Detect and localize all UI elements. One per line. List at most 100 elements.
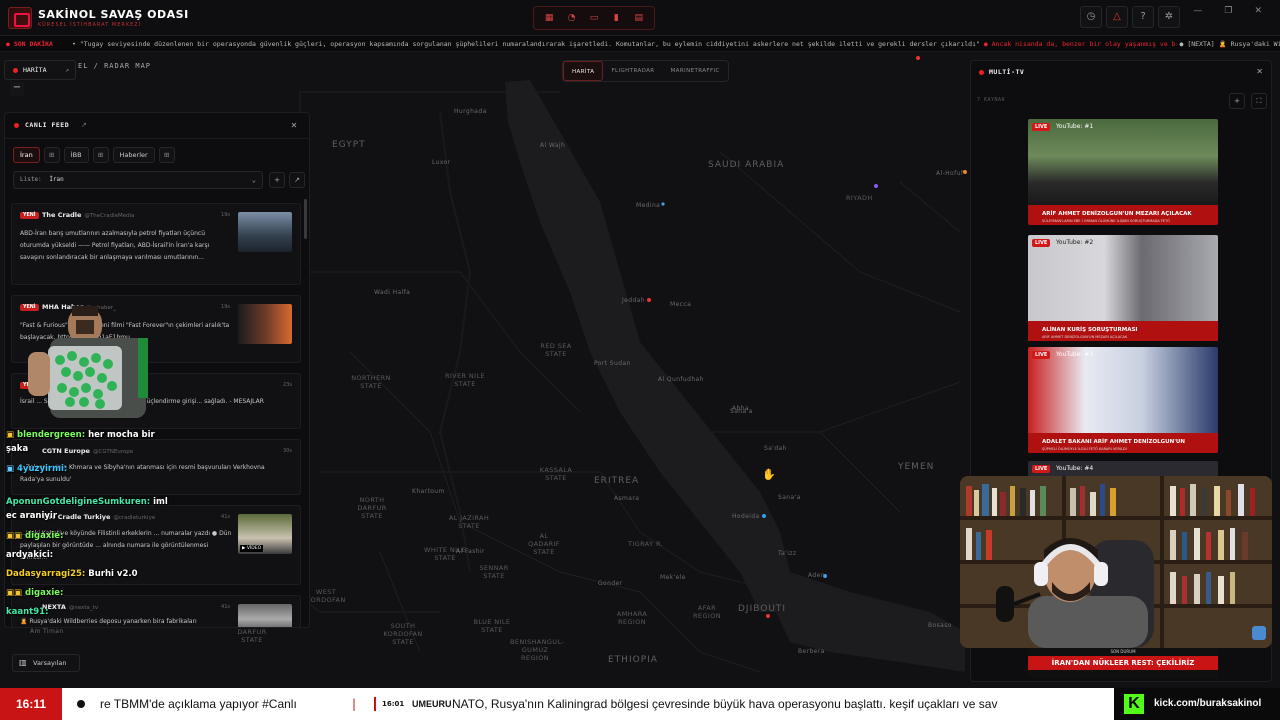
card-thumbnail[interactable] bbox=[238, 212, 292, 252]
ticker-continuation: ● Ancak nisanda da, benzer bir olay yaşa… bbox=[979, 40, 1176, 48]
map-icon[interactable]: ▦ bbox=[541, 11, 557, 25]
chat-message: ▣▣ digaxie: bbox=[6, 531, 64, 541]
kick-promo[interactable]: K kick.com/buraksakinol bbox=[1114, 688, 1280, 720]
close-icon[interactable]: ✕ bbox=[1254, 6, 1262, 16]
grid-icon[interactable]: ⊞ bbox=[92, 147, 109, 163]
card-source: NEXTA @nexta_tv bbox=[42, 603, 99, 611]
window-controls: — ❐ ✕ bbox=[1193, 6, 1262, 16]
clock: 16:11 bbox=[0, 688, 62, 720]
feed-header: CANLI FEED ↗ ✕ bbox=[5, 113, 309, 139]
tile-subline: SÜLEYMAN'LARIN EBE İ ORMAN ÖLÜMÜNE İLİŞK… bbox=[1042, 219, 1171, 223]
kick-logo-icon: K bbox=[1124, 694, 1144, 714]
expand-icon[interactable]: ↗ bbox=[289, 172, 305, 188]
alert-icon[interactable]: △ bbox=[1106, 6, 1128, 28]
card-age: 19s bbox=[221, 212, 230, 218]
map-title: EL / RADAR MAP bbox=[78, 62, 152, 70]
close-icon[interactable]: ✕ bbox=[287, 119, 301, 133]
hand-cursor-icon: ✋ bbox=[762, 468, 776, 481]
top-actions: ◷ △ ? ✲ bbox=[1080, 6, 1180, 30]
help-icon[interactable]: ? bbox=[1132, 6, 1154, 28]
card-thumbnail[interactable] bbox=[238, 304, 292, 344]
grid-icon[interactable]: ⊞ bbox=[158, 147, 175, 163]
close-icon[interactable]: ✕ bbox=[1256, 67, 1263, 76]
chart-icon[interactable]: ▮ bbox=[608, 11, 624, 25]
card-age: 30s bbox=[283, 448, 292, 454]
ticker-text: • "Tugay seviyesinde düzenlenen bir oper… bbox=[72, 36, 1280, 51]
tile-source: YouTube: #4 bbox=[1056, 465, 1094, 472]
card-thumbnail[interactable] bbox=[238, 604, 292, 627]
chat-message: ec araniyir bbox=[6, 511, 58, 521]
card-thumbnail[interactable]: ▶ VİDEO bbox=[238, 514, 292, 554]
card-source: The Cradle @TheCradleMedia bbox=[42, 211, 135, 219]
tv-tile[interactable]: LIVE YouTube: #2 ALİNAN KURİŞ SORUŞTURMA… bbox=[1028, 235, 1218, 341]
map-label-abha: Abha bbox=[732, 405, 749, 412]
tv-tile[interactable]: LIVE YouTube: #1 ARİF AHMET DENİZOLGUN'U… bbox=[1028, 119, 1218, 225]
lower-third: ARİF AHMET DENİZOLGUN'UN MEZARI AÇILACAK… bbox=[1028, 205, 1218, 225]
external-link-icon[interactable]: ↗ bbox=[65, 61, 69, 79]
map-label-alwajh: Al Wajh bbox=[540, 142, 566, 149]
map-label-bosaso: Bosaso bbox=[928, 622, 952, 629]
chat-message: AponunGotdeligineSumkuren: iml bbox=[6, 497, 168, 507]
map-label-djibouti: DJIBOUTI bbox=[738, 604, 787, 614]
card-handle: @CGTNEurope bbox=[92, 449, 134, 455]
tile-headline: ALİNAN KURİŞ SORUŞTURMASI bbox=[1042, 327, 1138, 333]
map-label-rivernile: RIVER NILE STATE bbox=[444, 372, 486, 388]
feed-card[interactable]: YENİ The Cradle @TheCradleMedia 19s ABD-İ… bbox=[11, 203, 301, 285]
default-view-button[interactable]: ▥ Varsayılan bbox=[12, 654, 80, 672]
list-selector-row: Liste: İran ⌄ + ↗ bbox=[13, 171, 305, 191]
grid-icon[interactable]: ▤ bbox=[631, 11, 647, 25]
tv-tile[interactable]: LIVE YouTube: #3 ADALET BAKANI ARİF AHME… bbox=[1028, 347, 1218, 453]
tab-haberler[interactable]: Haberler bbox=[112, 147, 155, 163]
rss-icon[interactable]: ◔ bbox=[564, 11, 580, 25]
feed-title: CANLI FEED bbox=[25, 121, 70, 129]
ticker-headline: • "Tugay seviyesinde düzenlenen bir oper… bbox=[72, 40, 980, 48]
chat-message: ▣ blendergreen: her mocha bir bbox=[6, 430, 155, 440]
default-view-label: Varsayılan bbox=[33, 659, 67, 667]
lower-third: ALİNAN KURİŞ SORUŞTURMASI ARİF AHMET DEN… bbox=[1028, 321, 1218, 341]
tab-flightradar[interactable]: FLIGHTRADAR bbox=[603, 61, 662, 81]
card-handle: @TheCradleMedia bbox=[84, 213, 135, 219]
feed-card[interactable]: NEXTA @nexta_tv 41s 🙎 Rusya'daki Wildberr… bbox=[11, 595, 301, 627]
minimize-icon[interactable]: — bbox=[1193, 6, 1202, 16]
map-label-gadarif: AL QADARIF STATE bbox=[528, 532, 560, 556]
fullscreen-icon[interactable]: ⛶ bbox=[1251, 93, 1267, 109]
live-dot-icon bbox=[979, 70, 984, 75]
tab-marinetraffic[interactable]: MARINETRAFFIC bbox=[663, 61, 728, 81]
map-label-luxor: Luxor bbox=[432, 159, 451, 166]
tab-ibb[interactable]: İBB bbox=[63, 147, 89, 163]
map-label-northern: NORTHERN STATE bbox=[351, 374, 391, 390]
map-label-ethiopia: ETHIOPIA bbox=[608, 655, 658, 665]
map-label-redsea-state: RED SEA STATE bbox=[540, 342, 572, 358]
map-source-tabs: HARİTA FLIGHTRADAR MARINETRAFFIC bbox=[562, 60, 729, 82]
chat-message: Dadasyarragi25: Burhi v2.0 bbox=[6, 569, 138, 579]
tv-icon[interactable]: ▭ bbox=[586, 11, 602, 25]
map-label-tigray: TIGRAY R. bbox=[628, 540, 664, 548]
tab-iran[interactable]: İran bbox=[13, 147, 40, 163]
list-select[interactable]: Liste: İran ⌄ bbox=[13, 171, 263, 189]
feed-scrollbar[interactable] bbox=[304, 199, 307, 239]
ticker-item: NATO, Rusya'nın Kaliningrad bölgesi çevr… bbox=[452, 697, 998, 711]
list-value: İran bbox=[49, 176, 64, 183]
ticker-item: re TBMM'de açıklama yapıyor #Canlı bbox=[100, 697, 297, 711]
streamer-overlay-image bbox=[28, 306, 148, 418]
source-count: 7 KAYNAK bbox=[977, 97, 1006, 103]
harita-panel-button[interactable]: HARİTA ↗ bbox=[4, 60, 76, 80]
gear-icon[interactable]: ✲ bbox=[1158, 6, 1180, 28]
card-age: 41s bbox=[221, 514, 230, 520]
card-age: 19s bbox=[221, 304, 230, 310]
app-logo-icon[interactable] bbox=[8, 7, 32, 29]
tab-harita[interactable]: HARİTA bbox=[563, 61, 604, 81]
ticker-next: ● [NEXTA] 🙎 Rusya'daki Wildberri bbox=[1179, 40, 1280, 48]
chevron-down-icon: ⌄ bbox=[251, 176, 256, 184]
maximize-icon[interactable]: ❐ bbox=[1224, 6, 1232, 16]
history-icon[interactable]: ◷ bbox=[1080, 6, 1102, 28]
add-list-button[interactable]: + bbox=[269, 172, 285, 188]
chat-message: ▣▣ digaxie: bbox=[6, 588, 64, 598]
zoom-out-button[interactable]: − bbox=[10, 82, 24, 96]
add-source-button[interactable]: + bbox=[1229, 93, 1245, 109]
grid-icon[interactable]: ⊞ bbox=[43, 147, 60, 163]
external-link-icon[interactable]: ↗ bbox=[81, 121, 87, 129]
card-text: 🙎 Rusya'daki Wildberries deposu yanarken… bbox=[20, 618, 197, 625]
tile-source: YouTube: #3 bbox=[1056, 351, 1094, 358]
card-age: 41s bbox=[221, 604, 230, 610]
